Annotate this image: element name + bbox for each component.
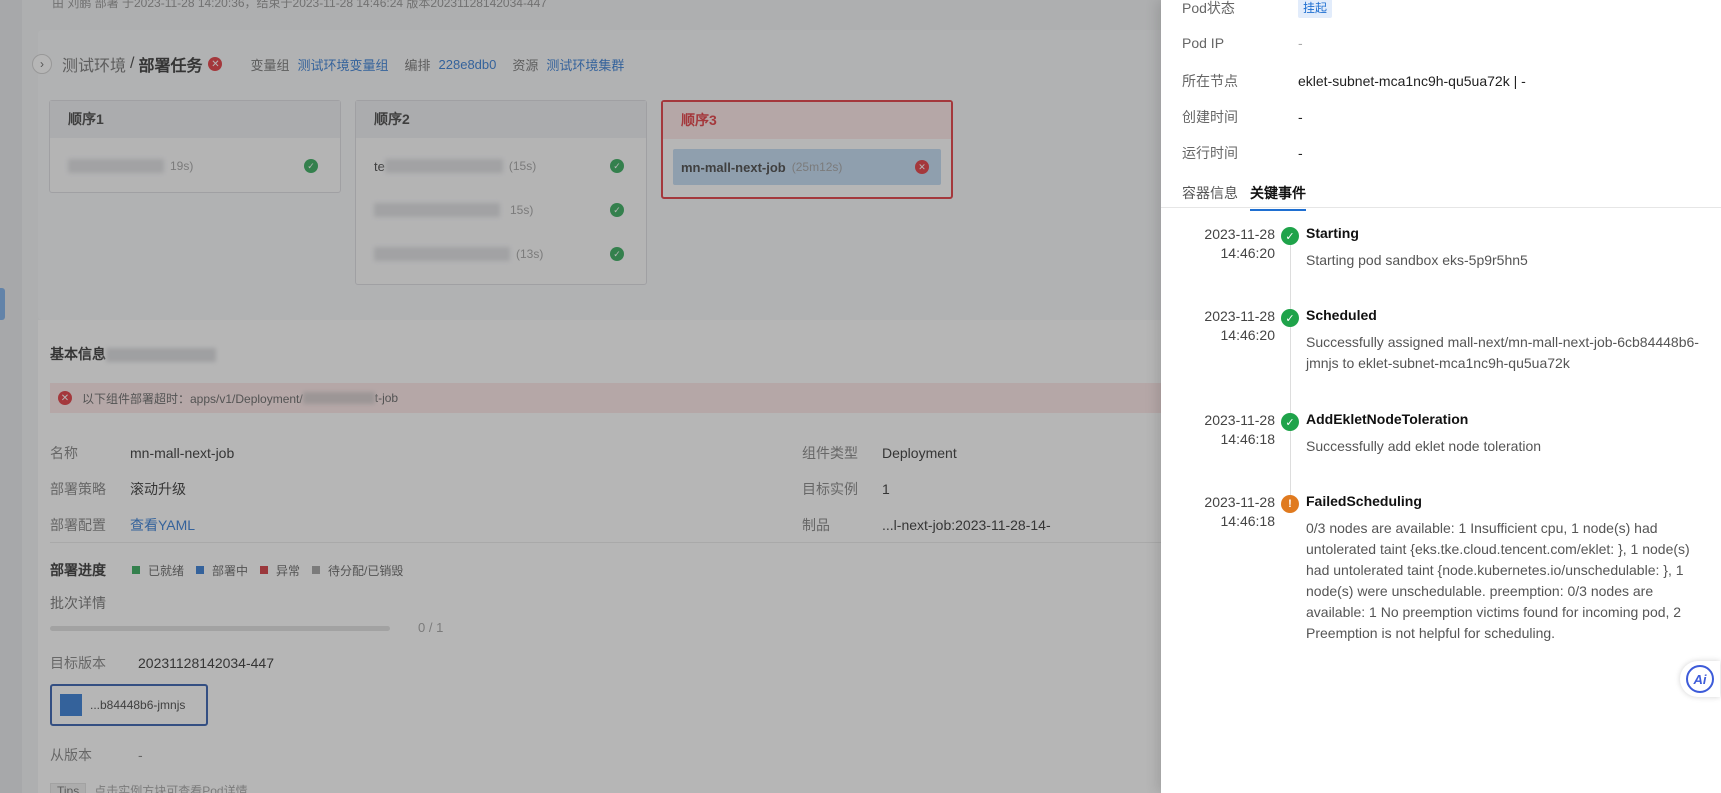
tabs-divider <box>1161 207 1721 208</box>
status-badge: 挂起 <box>1298 0 1333 18</box>
pod-detail-drawer: Pod状态 挂起 Pod IP - 所在节点 eklet-subnet-mca1nc9… <box>1161 0 1721 793</box>
event-desc: Starting pod sandbox eks-5p9r5hn5 <box>1306 252 1528 268</box>
event-desc: 0/3 nodes are available: 1 Insufficient … <box>1306 520 1690 641</box>
event-time: 2023-11-28 14:46:18 <box>1204 412 1275 447</box>
event-time: 2023-11-28 14:46:20 <box>1204 308 1275 343</box>
row-created: 创建时间 - <box>1182 109 1303 125</box>
ai-assistant-button[interactable]: Ai <box>1680 661 1720 697</box>
success-icon: ✓ <box>1281 413 1299 431</box>
timeline-line <box>1290 238 1291 508</box>
row-pod-ip: Pod IP - <box>1182 35 1303 51</box>
warning-icon: ! <box>1281 495 1299 513</box>
event-desc: Successfully assigned mall-next/mn-mall-… <box>1306 334 1699 371</box>
ai-icon: Ai <box>1686 665 1714 693</box>
event-title: FailedScheduling <box>1306 493 1422 509</box>
row-pod-status: Pod状态 挂起 <box>1182 0 1333 18</box>
row-node: 所在节点 eklet-subnet-mca1nc9h-qu5ua72k | - <box>1182 73 1526 89</box>
event-desc: Successfully add eklet node toleration <box>1306 438 1542 454</box>
event-title: Starting <box>1306 225 1359 241</box>
event-title: AddEkletNodeToleration <box>1306 411 1469 427</box>
success-icon: ✓ <box>1281 309 1299 327</box>
event-time: 2023-11-28 14:46:20 <box>1204 226 1275 261</box>
row-runtime: 运行时间 - <box>1182 145 1303 161</box>
event-time: 2023-11-28 14:46:18 <box>1204 494 1275 529</box>
success-icon: ✓ <box>1281 227 1299 245</box>
event-title: Scheduled <box>1306 307 1377 323</box>
modal-overlay[interactable] <box>0 0 1161 793</box>
